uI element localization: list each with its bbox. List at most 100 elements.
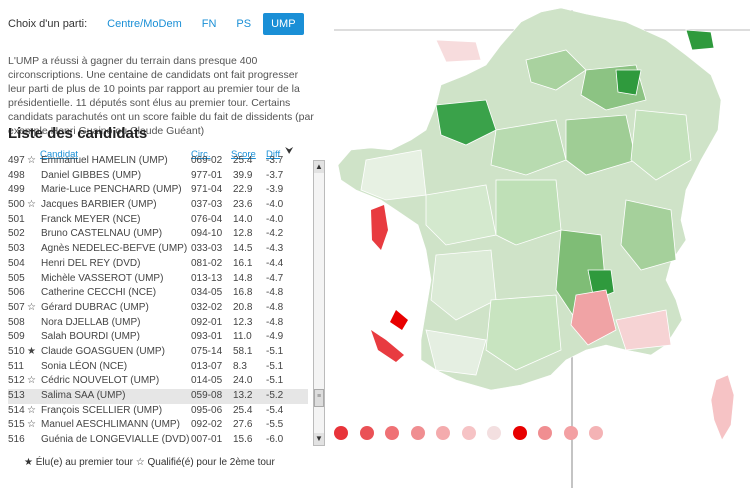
france-map[interactable] [326,0,750,496]
score-cell: 14.8 [233,272,253,284]
scroll-up-button[interactable]: ▲ [314,161,324,173]
scale-dot[interactable] [436,426,450,440]
candidate-name: Gérard DUBRAC (UMP) [41,301,149,313]
scale-dot[interactable] [538,426,552,440]
candidate-name: Marie-Luce PENCHARD (UMP) [41,184,182,196]
diff-cell: -3.7 [266,155,284,166]
score-cell: 23.6 [233,199,253,211]
score-cell: 16.8 [233,287,253,299]
rank-cell: 516 [8,434,25,446]
score-cell: 11.0 [233,331,252,343]
status-star-icon: ☆ [27,419,36,431]
rank-cell: 501 [8,213,25,225]
circ-cell: 069-02 [191,155,223,166]
status-star-icon: ☆ [27,155,36,166]
scale-dot[interactable] [410,426,425,440]
circ-cell: 007-01 [191,434,223,446]
scale-dot[interactable] [385,426,399,440]
rank-cell: 513 [8,390,25,401]
corsica-shape [710,374,735,441]
rank-cell: 509 [8,331,25,343]
status-star-icon: ★ [27,345,36,357]
diff-cell: -4.8 [266,301,284,313]
scroll-thumb[interactable]: ≡ [314,389,324,407]
scale-dot[interactable] [589,426,603,440]
diff-cell: -4.4 [266,257,284,269]
score-cell: 14.5 [233,243,253,255]
circ-cell: 094-10 [191,228,223,240]
table-row[interactable]: 500 ☆ Jacques BARBIER (UMP) 037-03 23.6 -4.0 [8,198,308,213]
rank-cell: 510 [8,345,25,357]
rank-cell: 502 [8,228,25,240]
candidate-name: Sonia LÉON (NCE) [41,360,128,372]
diff-cell: -5.2 [266,390,284,401]
rank-cell: 500 [8,199,25,211]
circ-cell: 093-01 [191,331,223,343]
table-row[interactable]: 506 Catherine CECCHI (NCE) 034-05 16.8 -4.8 [8,286,308,301]
scale-dot[interactable] [487,426,501,440]
status-star-icon: ☆ [27,375,36,387]
score-cell: 25.4 [233,404,253,416]
scale-dot[interactable] [359,426,374,440]
diff-cell: -5.1 [266,375,284,387]
circ-cell: 076-04 [191,213,223,225]
score-cell: 16.1 [233,257,253,269]
rank-cell: 515 [8,419,25,431]
party-option-ump[interactable]: UMP [263,13,304,35]
candidate-name: Catherine CECCHI (NCE) [41,287,157,299]
list-title: Liste des candidats [8,125,148,142]
rank-cell: 508 [8,316,25,328]
rank-cell: 507 [8,301,25,313]
map-panel[interactable] [326,0,750,496]
table-row[interactable]: 499 Marie-Luce PENCHARD (UMP) 971-04 22.9 -3… [8,183,308,198]
table-row[interactable]: 512 ☆ Cédric NOUVELOT (UMP) 014-05 24.0 -5.1 [8,374,308,389]
list-scrollbar[interactable]: ▲ ≡ ▼ [313,160,325,446]
table-row[interactable]: 505 Michèle VASSEROT (UMP) 013-13 14.8 -4.7 [8,272,308,287]
diff-cell: -4.7 [266,272,284,284]
candidate-name: Jacques BARBIER (UMP) [41,199,157,211]
status-star-icon: ☆ [27,301,36,313]
scale-dot[interactable] [512,426,527,440]
legend: ★ Élu(e) au premier tour ☆ Qualifié(é) p… [24,457,275,468]
candidate-name: Cédric NOUVELOT (UMP) [41,375,160,387]
score-cell: 15.6 [233,434,253,446]
table-row[interactable]: 514 ☆ François SCELLIER (UMP) 095-06 25.4 -5.… [8,404,308,419]
table-row[interactable]: 516 Guénia de LONGEVIALLE (DVD) 007-01 15.6… [8,433,308,448]
party-option-fn[interactable]: FN [194,14,225,34]
circ-cell: 075-14 [191,345,223,357]
diff-cell: -5.1 [266,345,284,357]
scale-dot[interactable] [334,426,348,440]
candidate-name: François SCELLIER (UMP) [41,404,163,416]
table-row[interactable]: 511 Sonia LÉON (NCE) 013-07 8.3 -5.1 [8,360,308,375]
diff-cell: -4.0 [266,213,284,225]
scale-dot[interactable] [461,426,476,440]
table-row[interactable]: 497 ☆ Emmanuel HAMELIN (UMP) 069-02 25.4 -3.7 [8,154,308,169]
table-row[interactable]: 509 Salah BOURDI (UMP) 093-01 11.0 -4.9 [8,330,308,345]
table-row[interactable]: 503 Agnès NEDELEC-BEFVE (UMP) 033-03 14.5 -4… [8,242,308,257]
circ-cell: 092-02 [191,419,223,431]
rank-cell: 498 [8,169,25,181]
table-row[interactable]: 510 ★ Claude GOASGUEN (UMP) 075-14 58.1 -5.1 [8,345,308,360]
table-row[interactable]: 513 Salima SAA (UMP) 059-08 13.2 -5.2 [8,389,308,404]
score-cell: 39.9 [233,169,253,181]
circ-cell: 033-03 [191,243,223,255]
table-row[interactable]: 508 Nora DJELLAB (UMP) 092-01 12.3 -4.8 [8,316,308,331]
table-row[interactable]: 507 ☆ Gérard DUBRAC (UMP) 032-02 20.8 -4.8 [8,301,308,316]
score-cell: 22.9 [233,184,253,196]
candidate-name: Claude GOASGUEN (UMP) [41,345,165,357]
circ-cell: 014-05 [191,375,223,387]
scroll-down-button[interactable]: ▼ [314,433,324,445]
diff-cell: -6.0 [266,434,284,446]
party-option-ps[interactable]: PS [228,14,259,34]
party-selector-label: Choix d'un parti: [8,18,88,30]
table-row[interactable]: 504 Henri DEL REY (DVD) 081-02 16.1 -4.4 [8,257,308,272]
candidate-list: Candidat Circ. Score Diff ⮟ 497 ☆ Emmanuel… [8,146,308,448]
table-row[interactable]: 502 Bruno CASTELNAU (UMP) 094-10 12.8 -4.2 [8,227,308,242]
party-option-centre-modem[interactable]: Centre/MoDem [99,14,190,34]
table-row[interactable]: 501 Franck MEYER (NCE) 076-04 14.0 -4.0 [8,213,308,228]
scale-dot[interactable] [563,426,578,440]
table-row[interactable]: 498 Daniel GIBBES (UMP) 977-01 39.9 -3.7 [8,169,308,184]
candidate-name: Henri DEL REY (DVD) [41,257,141,269]
score-cell: 27.6 [233,419,253,431]
table-row[interactable]: 515 ☆ Manuel AESCHLIMANN (UMP) 092-02 27.6 -5… [8,418,308,433]
